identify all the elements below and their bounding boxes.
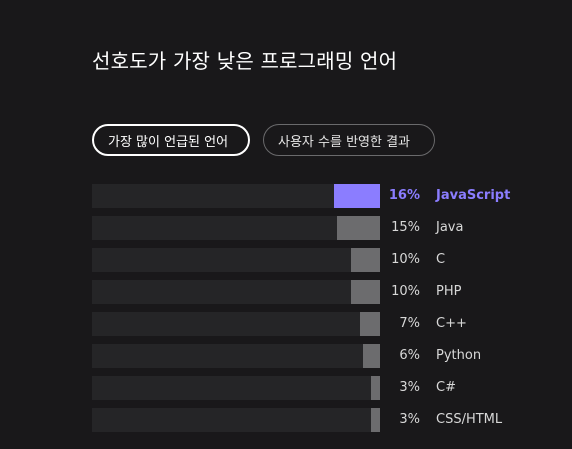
bar-category-label: JavaScript: [436, 188, 511, 203]
bar-value-label: 3%: [399, 380, 420, 395]
bar-track: [92, 248, 380, 272]
bar-fill: [371, 408, 380, 432]
bar-fill: [337, 216, 380, 240]
bar-category-label: CSS/HTML: [436, 412, 503, 427]
bar-category-label: PHP: [436, 284, 462, 299]
page-title: 선호도가 가장 낮은 프로그래밍 언어: [92, 49, 398, 73]
bar-track: [92, 184, 380, 208]
toggle-group: 가장 많이 언급된 언어 사용자 수를 반영한 결과: [92, 124, 435, 156]
bar-category-label: Python: [436, 348, 482, 363]
bar-category-label: C#: [436, 380, 456, 395]
bar-row: 15% Java: [92, 216, 552, 240]
bar-row: 7% C++: [92, 312, 552, 336]
bar-row: 10% PHP: [92, 280, 552, 304]
bar-value-label: 16%: [388, 188, 420, 203]
bar-track: [92, 376, 380, 400]
bar-category-label: Java: [436, 220, 464, 235]
bar-value-label: 6%: [399, 348, 420, 363]
bar-fill: [363, 344, 380, 368]
bar-fill: [360, 312, 380, 336]
bar-track: [92, 408, 380, 432]
bar-value-label: 15%: [391, 220, 420, 235]
most-mentioned-toggle[interactable]: 가장 많이 언급된 언어: [92, 124, 250, 156]
bar-fill: [351, 248, 380, 272]
bar-track: [92, 280, 380, 304]
bar-track: [92, 312, 380, 336]
bar-fill: [334, 184, 380, 208]
bar-row: 3% CSS/HTML: [92, 408, 552, 432]
bar-value-label: 10%: [391, 252, 420, 267]
bar-category-label: C++: [436, 316, 467, 331]
bar-value-label: 3%: [399, 412, 420, 427]
bar-category-label: C: [436, 252, 446, 267]
bar-row: 16% JavaScript: [92, 184, 552, 208]
user-weighted-toggle[interactable]: 사용자 수를 반영한 결과: [263, 124, 435, 156]
bar-track: [92, 216, 380, 240]
bar-row: 10% C: [92, 248, 552, 272]
bar-chart: 16% JavaScript 15% Java 10% C 10% PHP 7% C++ 6% Pyt…: [92, 184, 552, 440]
bar-value-label: 7%: [399, 316, 420, 331]
bar-row: 3% C#: [92, 376, 552, 400]
bar-track: [92, 344, 380, 368]
bar-row: 6% Python: [92, 344, 552, 368]
bar-fill: [351, 280, 380, 304]
bar-fill: [371, 376, 380, 400]
bar-value-label: 10%: [391, 284, 420, 299]
